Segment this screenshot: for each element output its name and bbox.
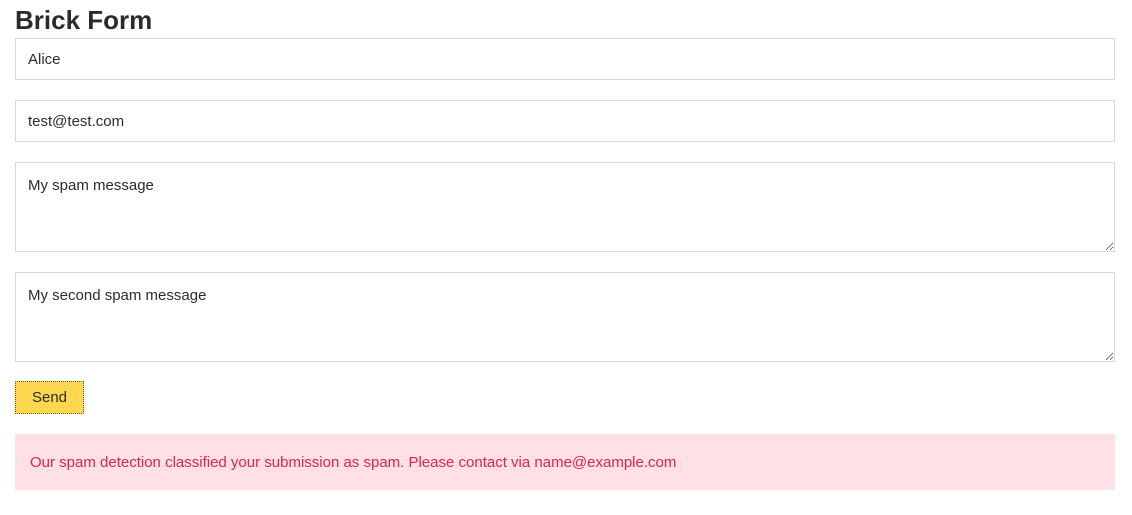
spam-alert: Our spam detection classified your submi… bbox=[15, 434, 1115, 490]
brick-form-page: Brick Form My spam message My second spa… bbox=[0, 0, 1132, 515]
email-input[interactable] bbox=[15, 100, 1115, 142]
message-textarea[interactable]: My spam message bbox=[15, 162, 1115, 252]
name-input[interactable] bbox=[15, 38, 1115, 80]
spam-alert-message: Our spam detection classified your submi… bbox=[30, 453, 677, 471]
second-message-textarea[interactable]: My second spam message bbox=[15, 272, 1115, 362]
send-button[interactable]: Send bbox=[15, 381, 84, 414]
form-title: Brick Form bbox=[15, 5, 153, 35]
